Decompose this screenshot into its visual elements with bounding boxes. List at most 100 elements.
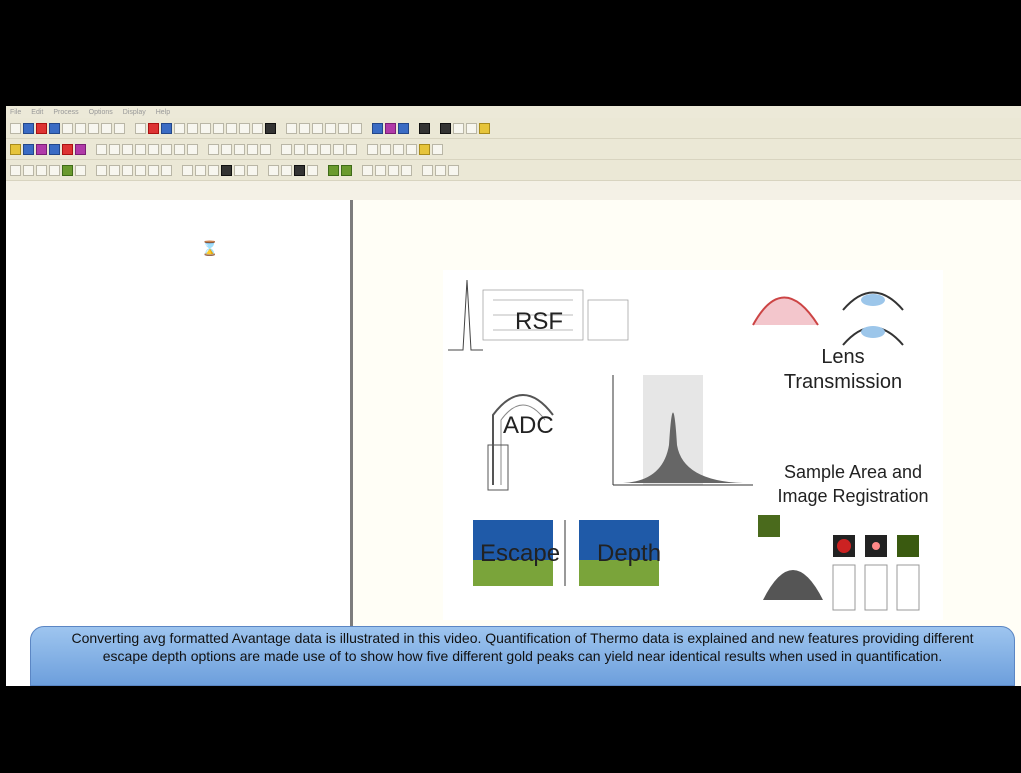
tool-icon[interactable] <box>148 143 159 155</box>
tool-icon[interactable] <box>195 164 206 176</box>
tool-icon[interactable] <box>247 143 258 155</box>
tool-icon[interactable] <box>388 164 399 176</box>
tool-icon[interactable] <box>62 164 73 176</box>
tool-icon[interactable] <box>62 122 73 134</box>
tool-icon[interactable] <box>122 143 133 155</box>
tool-icon[interactable] <box>122 164 133 176</box>
tool-icon[interactable] <box>286 122 297 134</box>
tool-icon[interactable] <box>174 122 185 134</box>
tool-icon[interactable] <box>393 143 404 155</box>
tool-icon[interactable] <box>333 143 344 155</box>
tool-icon[interactable] <box>239 122 250 134</box>
tool-icon[interactable] <box>268 164 279 176</box>
tool-icon[interactable] <box>453 122 464 134</box>
tool-icon[interactable] <box>362 164 373 176</box>
tool-icon[interactable] <box>398 122 409 134</box>
tool-icon[interactable] <box>221 143 232 155</box>
tool-icon[interactable] <box>36 164 47 176</box>
tool-icon[interactable] <box>96 164 107 176</box>
tool-icon[interactable] <box>213 122 224 134</box>
tool-icon[interactable] <box>294 143 305 155</box>
tool-icon[interactable] <box>260 143 271 155</box>
tool-icon[interactable] <box>200 122 211 134</box>
record-icon[interactable] <box>36 122 47 134</box>
tool-icon[interactable] <box>101 122 112 134</box>
left-pane[interactable]: ⌛ <box>6 200 353 686</box>
open-icon[interactable] <box>23 122 34 134</box>
tool-icon[interactable] <box>367 143 378 155</box>
tool-icon[interactable] <box>419 122 430 134</box>
tool-icon[interactable] <box>385 122 396 134</box>
menu-help[interactable]: Help <box>156 109 170 116</box>
tool-icon[interactable] <box>187 122 198 134</box>
tool-icon[interactable] <box>208 164 219 176</box>
tool-icon[interactable] <box>281 143 292 155</box>
tool-icon[interactable] <box>338 122 349 134</box>
tool-icon[interactable] <box>226 122 237 134</box>
tool-icon[interactable] <box>49 143 60 155</box>
tool-icon[interactable] <box>75 143 86 155</box>
menu-process[interactable]: Process <box>53 109 78 116</box>
tool-icon[interactable] <box>328 164 339 176</box>
tool-icon[interactable] <box>23 143 34 155</box>
menu-file[interactable]: File <box>10 109 21 116</box>
tool-icon[interactable] <box>109 164 120 176</box>
tool-icon[interactable] <box>247 164 258 176</box>
tool-icon[interactable] <box>148 122 159 134</box>
tool-icon[interactable] <box>75 164 86 176</box>
tool-icon[interactable] <box>49 164 60 176</box>
tool-icon[interactable] <box>320 143 331 155</box>
tool-icon[interactable] <box>435 164 446 176</box>
tool-icon[interactable] <box>135 122 146 134</box>
tool-icon[interactable] <box>372 122 383 134</box>
tool-icon[interactable] <box>281 164 292 176</box>
tool-icon[interactable] <box>96 143 107 155</box>
tool-icon[interactable] <box>174 143 185 155</box>
tool-icon[interactable] <box>221 164 232 176</box>
tool-icon[interactable] <box>36 143 47 155</box>
tool-icon[interactable] <box>234 143 245 155</box>
tool-icon[interactable] <box>135 164 146 176</box>
tool-icon[interactable] <box>161 143 172 155</box>
tool-icon[interactable] <box>62 143 73 155</box>
tool-icon[interactable] <box>187 143 198 155</box>
tool-icon[interactable] <box>466 122 477 134</box>
menu-options[interactable]: Options <box>89 109 113 116</box>
tool-icon[interactable] <box>75 122 86 134</box>
tool-icon[interactable] <box>401 164 412 176</box>
tool-icon[interactable] <box>234 164 245 176</box>
tool-icon[interactable] <box>422 164 433 176</box>
tool-icon[interactable] <box>325 122 336 134</box>
tool-icon[interactable] <box>109 143 120 155</box>
tool-icon[interactable] <box>351 122 362 134</box>
tool-icon[interactable] <box>299 122 310 134</box>
tool-icon[interactable] <box>265 122 276 134</box>
tool-icon[interactable] <box>312 122 323 134</box>
new-file-icon[interactable] <box>10 122 21 134</box>
tool-icon[interactable] <box>419 143 430 155</box>
tool-icon[interactable] <box>252 122 263 134</box>
tool-icon[interactable] <box>208 143 219 155</box>
tool-icon[interactable] <box>135 143 146 155</box>
save-icon[interactable] <box>49 122 60 134</box>
tool-icon[interactable] <box>307 143 318 155</box>
tool-icon[interactable] <box>380 143 391 155</box>
help-icon[interactable] <box>479 122 490 134</box>
tool-icon[interactable] <box>375 164 386 176</box>
right-pane[interactable]: RSF Lens Transmission ADC Sample Area an… <box>353 200 1021 686</box>
menu-edit[interactable]: Edit <box>31 109 43 116</box>
tool-icon[interactable] <box>148 164 159 176</box>
tool-icon[interactable] <box>10 143 21 155</box>
tool-icon[interactable] <box>182 164 193 176</box>
tool-icon[interactable] <box>440 122 451 134</box>
tool-icon[interactable] <box>161 164 172 176</box>
tool-icon[interactable] <box>161 122 172 134</box>
tool-icon[interactable] <box>341 164 352 176</box>
tool-icon[interactable] <box>432 143 443 155</box>
tool-icon[interactable] <box>88 122 99 134</box>
tool-icon[interactable] <box>448 164 459 176</box>
tool-icon[interactable] <box>406 143 417 155</box>
tool-icon[interactable] <box>346 143 357 155</box>
tool-icon[interactable] <box>10 164 21 176</box>
binoculars-icon[interactable] <box>294 164 305 176</box>
